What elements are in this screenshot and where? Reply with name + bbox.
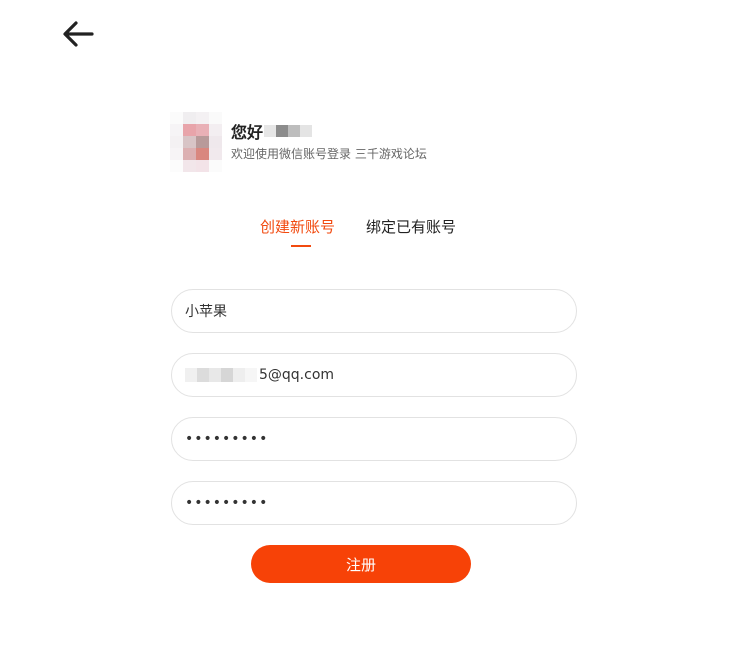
register-button[interactable]: 注册: [251, 545, 471, 583]
email-input[interactable]: 5@qq.com: [259, 367, 334, 383]
password-input[interactable]: •••••••••: [185, 431, 268, 447]
confirm-password-field[interactable]: •••••••••: [171, 481, 577, 525]
nickname-field[interactable]: [171, 289, 577, 333]
greeting-text: 您好: [231, 123, 264, 142]
arrow-left-icon: [63, 21, 94, 47]
tab-create-account[interactable]: 创建新账号: [260, 217, 335, 247]
avatar: [170, 112, 222, 172]
welcome-text: 欢迎使用微信账号登录 三千游戏论坛: [231, 147, 427, 161]
nickname-input[interactable]: [185, 303, 563, 319]
password-field[interactable]: •••••••••: [171, 417, 577, 461]
account-tabs: 创建新账号 绑定已有账号: [0, 217, 752, 253]
back-button[interactable]: [56, 14, 100, 54]
confirm-password-input[interactable]: •••••••••: [185, 495, 268, 511]
tab-bind-account[interactable]: 绑定已有账号: [366, 217, 456, 237]
redacted-username: [264, 125, 313, 137]
email-field[interactable]: 5@qq.com: [171, 353, 577, 397]
profile-block: 您好 欢迎使用微信账号登录 三千游戏论坛: [170, 112, 427, 172]
redacted-email-prefix: [185, 368, 257, 382]
